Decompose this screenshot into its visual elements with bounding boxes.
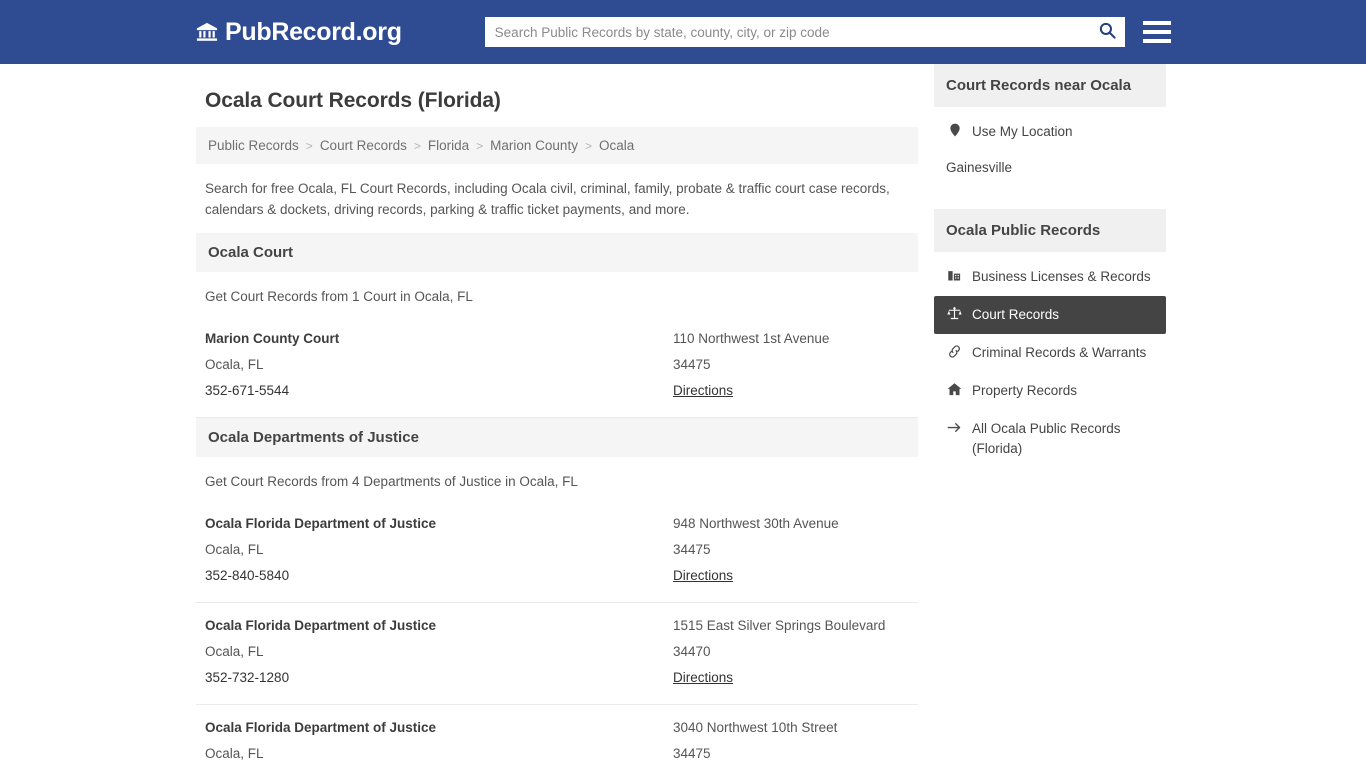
breadcrumb-item-3[interactable]: Florida — [428, 138, 469, 153]
listing-phone[interactable]: 352-840-5840 — [205, 563, 673, 589]
breadcrumb: Public Records > Court Records > Florida > Mar… — [196, 127, 918, 164]
listing-org-name[interactable]: Ocala Florida Department of Justice — [205, 613, 673, 639]
sidebar-link-court-records[interactable]: Court Records — [934, 296, 1166, 334]
directions-link[interactable]: Directions — [673, 665, 918, 691]
listing-zip: 34475 — [673, 357, 711, 372]
listing-org-name[interactable]: Marion County Court — [205, 326, 673, 352]
listing-address: 3040 Northwest 10th Street — [673, 720, 838, 735]
page-body: Ocala Court Records (Florida) Public Rec… — [0, 64, 1366, 768]
listing-city-state: Ocala, FL — [205, 542, 264, 557]
site-header: PubRecord.org — [0, 0, 1366, 64]
search-input[interactable] — [484, 17, 1125, 47]
sidebar: Court Records near Ocala Use My Location… — [934, 64, 1166, 768]
breadcrumb-separator: > — [413, 138, 421, 153]
directions-link[interactable]: Directions — [673, 563, 918, 589]
listing-row: Ocala Florida Department of Justice Ocala… — [196, 501, 918, 603]
hamburger-menu-icon[interactable] — [1142, 21, 1171, 43]
listing-phone[interactable]: 352-671-5544 — [205, 378, 673, 404]
use-my-location-button[interactable]: Use My Location — [934, 113, 1166, 151]
nearby-city-gainesville[interactable]: Gainesville — [934, 151, 1166, 184]
listing-zip: 34475 — [673, 542, 711, 557]
listing-org-name[interactable]: Ocala Florida Department of Justice — [205, 715, 673, 741]
listing-org-name[interactable]: Ocala Florida Department of Justice — [205, 511, 673, 537]
listing-left: Ocala Florida Department of Justice Ocala… — [205, 715, 673, 767]
breadcrumb-item-4[interactable]: Marion County — [490, 138, 578, 153]
listing-city-state: Ocala, FL — [205, 746, 264, 761]
listing-city-state: Ocala, FL — [205, 644, 264, 659]
breadcrumb-separator: > — [476, 138, 484, 153]
listing-right: 3040 Northwest 10th Street 34475 — [673, 715, 918, 767]
breadcrumb-item-1[interactable]: Public Records — [208, 138, 299, 153]
sidebar-link-label: All Ocala Public Records (Florida) — [972, 421, 1121, 456]
listing-left: Ocala Florida Department of Justice Ocala… — [205, 613, 673, 691]
main-column: Ocala Court Records (Florida) Public Rec… — [196, 64, 926, 768]
home-icon — [946, 382, 963, 397]
listing-address: 948 Northwest 30th Avenue — [673, 516, 839, 531]
breadcrumb-separator: > — [584, 138, 592, 153]
map-pin-icon — [946, 123, 963, 137]
section-heading: Ocala Departments of Justice — [196, 418, 918, 457]
page-intro-text: Search for free Ocala, FL Court Records,… — [205, 181, 890, 217]
sidebar-heading-near: Court Records near Ocala — [934, 64, 1166, 107]
listing-zip: 34470 — [673, 644, 711, 659]
breadcrumb-separator: > — [305, 138, 313, 153]
nearby-cities-list: Gainesville — [934, 151, 1166, 184]
sections-container: Ocala Court Get Court Records from 1 Cour… — [196, 233, 918, 768]
building-icon — [946, 268, 963, 283]
listing-row: Marion County Court Ocala, FL 352-671-5544… — [196, 316, 918, 418]
listing-zip: 34475 — [673, 746, 711, 761]
breadcrumb-item-2[interactable]: Court Records — [320, 138, 407, 153]
handcuffs-icon — [946, 344, 963, 359]
section-heading: Ocala Court — [196, 233, 918, 272]
search-button[interactable] — [1095, 20, 1121, 44]
section-subtext: Get Court Records from 1 Court in Ocala,… — [205, 289, 473, 304]
listing-left: Ocala Florida Department of Justice Ocala… — [205, 511, 673, 589]
search-bar — [484, 17, 1125, 47]
scales-of-justice-icon — [946, 306, 963, 321]
sidebar-link-criminal-records-warrants[interactable]: Criminal Records & Warrants — [934, 334, 1166, 372]
sidebar-link-property-records[interactable]: Property Records — [934, 372, 1166, 410]
sidebar-link-label: Property Records — [972, 383, 1078, 398]
listing-address: 110 Northwest 1st Avenue — [673, 331, 830, 346]
listing-right: 948 Northwest 30th Avenue 34475 Directions — [673, 511, 918, 589]
arrow-right-icon — [946, 420, 963, 435]
page-title: Ocala Court Records (Florida) — [205, 89, 501, 112]
sidebar-link-label: Court Records — [972, 307, 1060, 322]
listing-right: 110 Northwest 1st Avenue 34475 Directions — [673, 326, 918, 404]
listing-right: 1515 East Silver Springs Boulevard 34470 D… — [673, 613, 918, 691]
public-records-links: Business Licenses & Records Court Records… — [934, 258, 1166, 468]
sidebar-link-label: Business Licenses & Records — [972, 269, 1151, 284]
directions-link[interactable]: Directions — [673, 378, 918, 404]
listing-row: Ocala Florida Department of Justice Ocala… — [196, 603, 918, 705]
listing-city-state: Ocala, FL — [205, 357, 264, 372]
listing-phone[interactable]: 352-732-1280 — [205, 665, 673, 691]
breadcrumb-item-5: Ocala — [598, 138, 635, 153]
listing-address: 1515 East Silver Springs Boulevard — [673, 618, 886, 633]
sidebar-link-all-ocala-public-records-florida[interactable]: All Ocala Public Records (Florida) — [934, 410, 1166, 468]
section-subtext: Get Court Records from 4 Departments of … — [205, 474, 578, 489]
site-logo-text: PubRecord.org — [225, 17, 402, 46]
search-icon — [1098, 21, 1117, 43]
listing-row: Ocala Florida Department of Justice Ocala… — [196, 705, 918, 768]
sidebar-link-label: Criminal Records & Warrants — [972, 345, 1147, 360]
listing-left: Marion County Court Ocala, FL 352-671-5544 — [205, 326, 673, 404]
use-my-location-label: Use My Location — [972, 124, 1073, 139]
sidebar-heading-records: Ocala Public Records — [934, 209, 1166, 252]
bank-building-icon — [196, 21, 218, 43]
site-logo[interactable]: PubRecord.org — [196, 18, 402, 47]
sidebar-link-business-licenses-records[interactable]: Business Licenses & Records — [934, 258, 1166, 296]
